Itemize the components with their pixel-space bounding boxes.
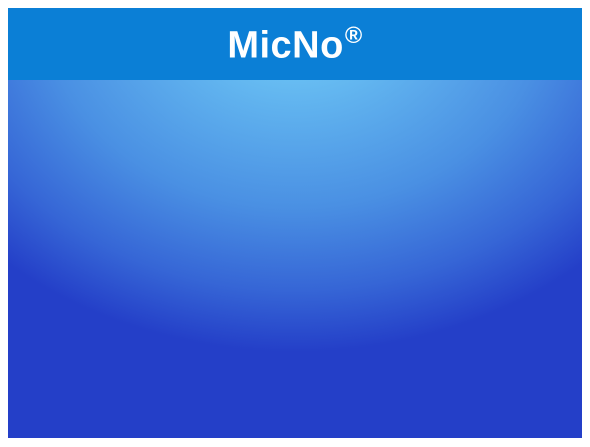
- slide: MicNo®: [8, 8, 582, 438]
- slide-title: MicNo®: [227, 21, 363, 67]
- registered-mark: ®: [344, 21, 363, 48]
- title-bar: MicNo®: [8, 8, 582, 80]
- slide-title-text: MicNo: [227, 24, 344, 67]
- slide-frame: MicNo®: [0, 0, 590, 447]
